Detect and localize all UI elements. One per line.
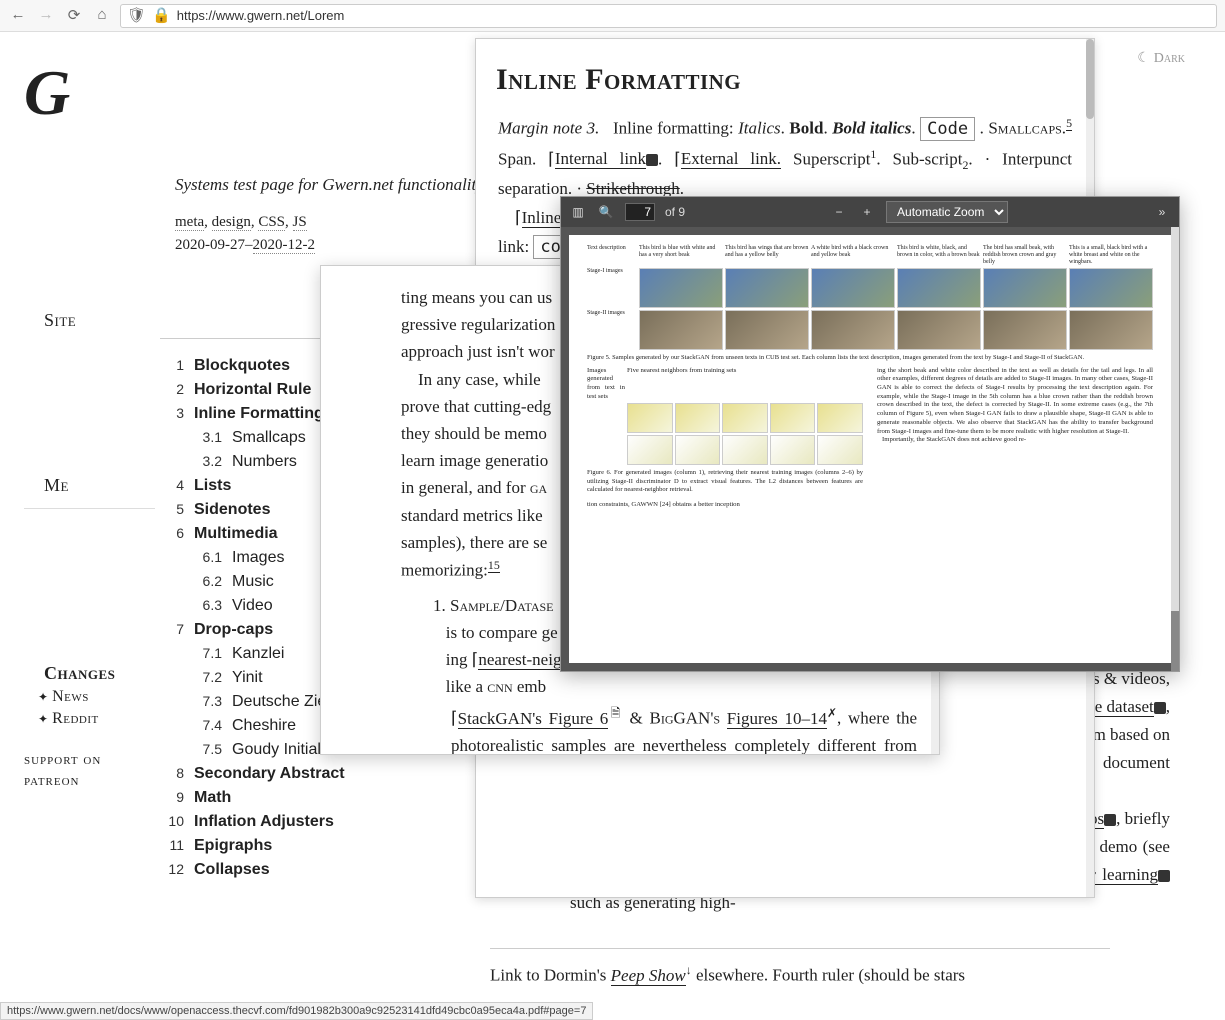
dormin-line: Link to Dormin's Peep Show↓ elsewhere. F… <box>490 948 1110 989</box>
toc-item[interactable]: 8Secondary Abstract <box>160 765 450 783</box>
toc-item[interactable]: 10Inflation Adjusters <box>160 813 450 831</box>
pdf-icon: 🗎 <box>608 706 623 720</box>
pdf-page: Text description This bird is blue with … <box>569 235 1171 663</box>
pdf-tools-button[interactable]: » <box>1153 203 1171 221</box>
pdf-page-area[interactable]: Text description This bird is blue with … <box>561 227 1179 671</box>
pdf-page-input[interactable] <box>625 203 655 221</box>
pdf-search-button[interactable]: 🔍 <box>597 203 615 221</box>
site-logo[interactable]: G <box>24 56 155 130</box>
home-button[interactable]: ⌂ <box>92 6 112 26</box>
tag-design[interactable]: design <box>212 214 251 231</box>
gwern-icon <box>1154 702 1166 714</box>
sidebar-me[interactable]: Me <box>24 335 155 496</box>
toc-item[interactable]: 12Collapses <box>160 861 450 879</box>
sidebar-news[interactable]: News <box>24 688 155 706</box>
stackgan-link[interactable]: StackGAN's Figure 6 <box>458 709 609 729</box>
url-text: https://www.gwern.net/Lorem <box>177 8 1210 23</box>
sidebar-changes[interactable]: Changes <box>24 523 155 684</box>
tag-js[interactable]: JS <box>293 214 307 231</box>
sidebar-site[interactable]: Site <box>24 170 155 331</box>
gwern-icon <box>1158 870 1170 882</box>
shield-icon: 🛡 <box>127 6 146 25</box>
popup1-title: Inline Formatting <box>496 63 1074 97</box>
pdf-page-total: of 9 <box>665 205 685 219</box>
tag-css[interactable]: CSS <box>258 214 285 231</box>
sidebar-patreon[interactable]: support on patreon <box>24 750 155 792</box>
pdf-scrollbar[interactable] <box>1171 227 1179 671</box>
pdf-figure5-grid: Text description This bird is blue with … <box>587 245 1153 350</box>
pdf-zoom-select[interactable]: Automatic Zoom <box>886 201 1008 223</box>
back-button[interactable]: ← <box>8 6 28 26</box>
lock-icon: 🔒 <box>152 6 171 25</box>
reload-button[interactable]: ⟳ <box>64 6 84 26</box>
external-icon: ✗ <box>827 706 837 720</box>
gwern-icon <box>1104 814 1116 826</box>
browser-toolbar: ← → ⟳ ⌂ 🛡 🔒 https://www.gwern.net/Lorem <box>0 0 1225 32</box>
pdf-zoom-out[interactable]: − <box>830 203 848 221</box>
pdf-viewer: ▥ 🔍 of 9 − + Automatic Zoom » Text descr… <box>560 196 1180 672</box>
pdf-figure6-grid: Images generated from text in test sets … <box>587 367 863 466</box>
url-bar[interactable]: 🛡 🔒 https://www.gwern.net/Lorem <box>120 4 1217 28</box>
pdf-sidebar-toggle[interactable]: ▥ <box>569 203 587 221</box>
tag-meta[interactable]: meta <box>175 214 204 231</box>
toc-item[interactable]: 11Epigraphs <box>160 837 450 855</box>
toc-item[interactable]: 9Math <box>160 789 450 807</box>
internal-link[interactable]: Internal link <box>555 149 646 169</box>
gwern-icon <box>646 154 658 166</box>
pdf-toolbar: ▥ 🔍 of 9 − + Automatic Zoom » <box>561 197 1179 227</box>
sidebar-reddit[interactable]: Reddit <box>24 710 155 728</box>
browser-status-bar: https://www.gwern.net/docs/www/openacces… <box>0 1002 593 1020</box>
pdf-zoom-in[interactable]: + <box>858 203 876 221</box>
site-sidebar: G Site Me Changes News Reddit support on… <box>0 32 155 1020</box>
external-link[interactable]: External link. <box>681 149 781 169</box>
forward-button[interactable]: → <box>36 6 56 26</box>
